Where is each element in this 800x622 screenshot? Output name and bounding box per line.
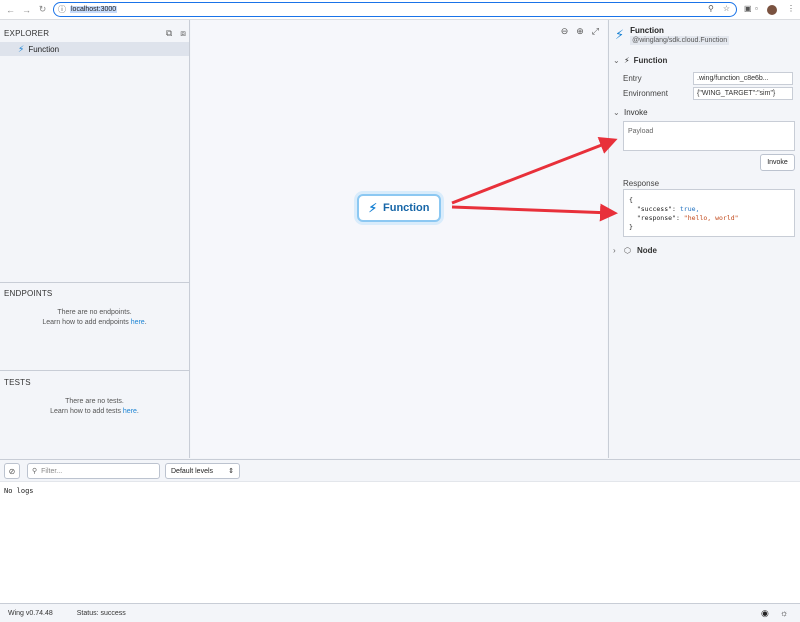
- zoom-in-icon[interactable]: ⊕: [576, 26, 584, 37]
- theme-toggle-icon[interactable]: ☼: [780, 608, 788, 618]
- invoke-section-title: Invoke: [624, 108, 648, 117]
- fit-view-icon[interactable]: ⤢: [592, 26, 599, 37]
- logs-empty: No logs: [4, 487, 34, 495]
- logs-filter-input[interactable]: ⚲ Filter...: [27, 463, 160, 479]
- explorer-item-function[interactable]: ⚡︎ Function: [0, 42, 189, 56]
- status-text: Status: success: [76, 609, 126, 617]
- chevron-down-icon: ⌄: [613, 108, 620, 117]
- entry-label: Entry: [623, 74, 642, 83]
- node-section-title: Node: [636, 246, 657, 255]
- logs-toolbar: ⊘ ⚲ Filter... Default levels ⇕: [0, 460, 800, 482]
- payload-input[interactable]: Payload: [623, 121, 795, 151]
- node-icon: ⬡: [624, 246, 631, 255]
- canvas-controls: ⊖ ⊕ ⤢: [561, 26, 599, 37]
- tests-empty-text: There are no tests.: [65, 398, 124, 405]
- chevron-right-icon: ›: [613, 246, 616, 255]
- entry-value[interactable]: .wing/function_c8e6b...: [693, 72, 793, 85]
- invoke-button[interactable]: Invoke: [760, 154, 795, 171]
- chevron-up-down-icon: ⇕: [228, 468, 234, 475]
- logs-panel: ⊘ ⚲ Filter... Default levels ⇕ No logs: [0, 459, 800, 603]
- discord-icon[interactable]: ◉: [761, 608, 769, 619]
- back-icon[interactable]: ←: [4, 3, 17, 16]
- bookmark-star-icon[interactable]: ☆: [723, 4, 730, 13]
- bolt-icon: ⚡︎: [18, 43, 25, 54]
- endpoints-help-text: Learn how to add endpoints: [42, 319, 131, 326]
- tests-help-link[interactable]: here: [123, 408, 137, 415]
- info-icon[interactable]: ⓘ: [58, 4, 66, 15]
- menu-icon[interactable]: ⋮: [787, 4, 795, 13]
- tests-empty: There are no tests. Learn how to add tes…: [0, 397, 189, 417]
- response-brace: }: [629, 223, 633, 231]
- response-success-value: true,: [679, 205, 700, 213]
- expand-all-icon[interactable]: ⧉: [166, 28, 172, 39]
- response-output[interactable]: { "success": true, "response": "hello, w…: [623, 189, 795, 237]
- bolt-icon: ⚡︎: [368, 201, 377, 215]
- environment-row: Environment {"WING_TARGET":"sim"}: [623, 87, 795, 100]
- function-section-toggle[interactable]: ⌄ ⚡︎ Function: [613, 56, 667, 65]
- tests-help-period: .: [136, 408, 139, 415]
- invoke-section-toggle[interactable]: ⌄ Invoke: [613, 108, 648, 117]
- response-success-key: "success":: [636, 205, 680, 213]
- url-text[interactable]: localhost:3000: [70, 6, 118, 13]
- endpoints-help-period: .: [144, 319, 147, 326]
- collapse-all-icon[interactable]: ⧈: [180, 28, 186, 39]
- divider: [0, 282, 189, 283]
- bolt-icon: ⚡︎: [615, 27, 625, 42]
- search-icon: ⚲: [32, 468, 38, 475]
- logs-filter-placeholder: Filter...: [41, 467, 63, 475]
- status-bar: Wing v0.74.48 Status: success ◉ ☼: [0, 603, 800, 622]
- entry-row: Entry .wing/function_c8e6b...: [623, 72, 795, 85]
- browser-toolbar: ← → ↻ ⓘ localhost:3000 ⚲ ☆ ▣ ▫ ⋮: [0, 0, 800, 20]
- zoom-out-icon[interactable]: ⊖: [561, 26, 569, 37]
- function-node[interactable]: ⚡︎ Function: [357, 194, 441, 222]
- forward-icon[interactable]: →: [20, 3, 33, 16]
- tests-title: TESTS: [4, 378, 31, 387]
- bolt-icon: ⚡︎: [624, 56, 630, 65]
- log-level-select[interactable]: Default levels ⇕: [165, 463, 240, 479]
- endpoints-empty-text: There are no endpoints.: [57, 309, 132, 316]
- explorer-item-label: Function: [28, 44, 60, 54]
- divider: [0, 370, 189, 371]
- inspector-panel: ⚡︎ Function @winglang/sdk.cloud.Function…: [608, 20, 800, 458]
- ban-icon: ⊘: [8, 466, 16, 476]
- environment-value[interactable]: {"WING_TARGET":"sim"}: [693, 87, 793, 100]
- response-response-key: "response":: [636, 214, 684, 222]
- inspector-title: Function: [630, 26, 664, 35]
- endpoints-title: ENDPOINTS: [4, 289, 53, 298]
- extensions-icon[interactable]: ▣: [744, 4, 752, 13]
- inspector-subtitle: @winglang/sdk.cloud.Function: [630, 36, 730, 45]
- function-section-title: Function: [633, 56, 668, 65]
- function-node-label: Function: [383, 202, 430, 214]
- left-sidebar: EXPLORER ⧉ ⧈ ⚡︎ Function ENDPOINTS There…: [0, 20, 190, 458]
- log-level-value: Default levels: [171, 467, 214, 475]
- explorer-header: EXPLORER ⧉ ⧈: [4, 28, 186, 39]
- environment-label: Environment: [623, 89, 668, 98]
- tests-help-text: Learn how to add tests: [50, 408, 123, 415]
- response-label: Response: [623, 179, 660, 188]
- response-brace: {: [629, 196, 633, 204]
- inspector-header: ⚡︎ Function @winglang/sdk.cloud.Function: [615, 26, 730, 45]
- chevron-down-icon: ⌄: [613, 56, 620, 65]
- zoom-icon[interactable]: ⚲: [708, 4, 714, 13]
- profile-avatar[interactable]: [767, 5, 777, 15]
- wing-console: EXPLORER ⧉ ⧈ ⚡︎ Function ENDPOINTS There…: [0, 20, 800, 622]
- explorer-title: EXPLORER: [4, 29, 50, 38]
- reload-icon[interactable]: ↻: [36, 3, 49, 16]
- clear-logs-button[interactable]: ⊘: [4, 463, 20, 479]
- node-section-toggle[interactable]: › ⬡ Node: [613, 246, 657, 255]
- endpoints-help-link[interactable]: here: [131, 319, 145, 326]
- version-text: Wing v0.74.48: [8, 609, 53, 617]
- response-response-value: "hello, world": [683, 214, 739, 222]
- split-view-icon[interactable]: ▫: [755, 4, 758, 13]
- map-canvas[interactable]: ⊖ ⊕ ⤢ ⚡︎ Function: [191, 20, 607, 458]
- address-bar[interactable]: ⓘ localhost:3000 ⚲ ☆: [53, 2, 737, 17]
- endpoints-empty: There are no endpoints. Learn how to add…: [0, 308, 189, 328]
